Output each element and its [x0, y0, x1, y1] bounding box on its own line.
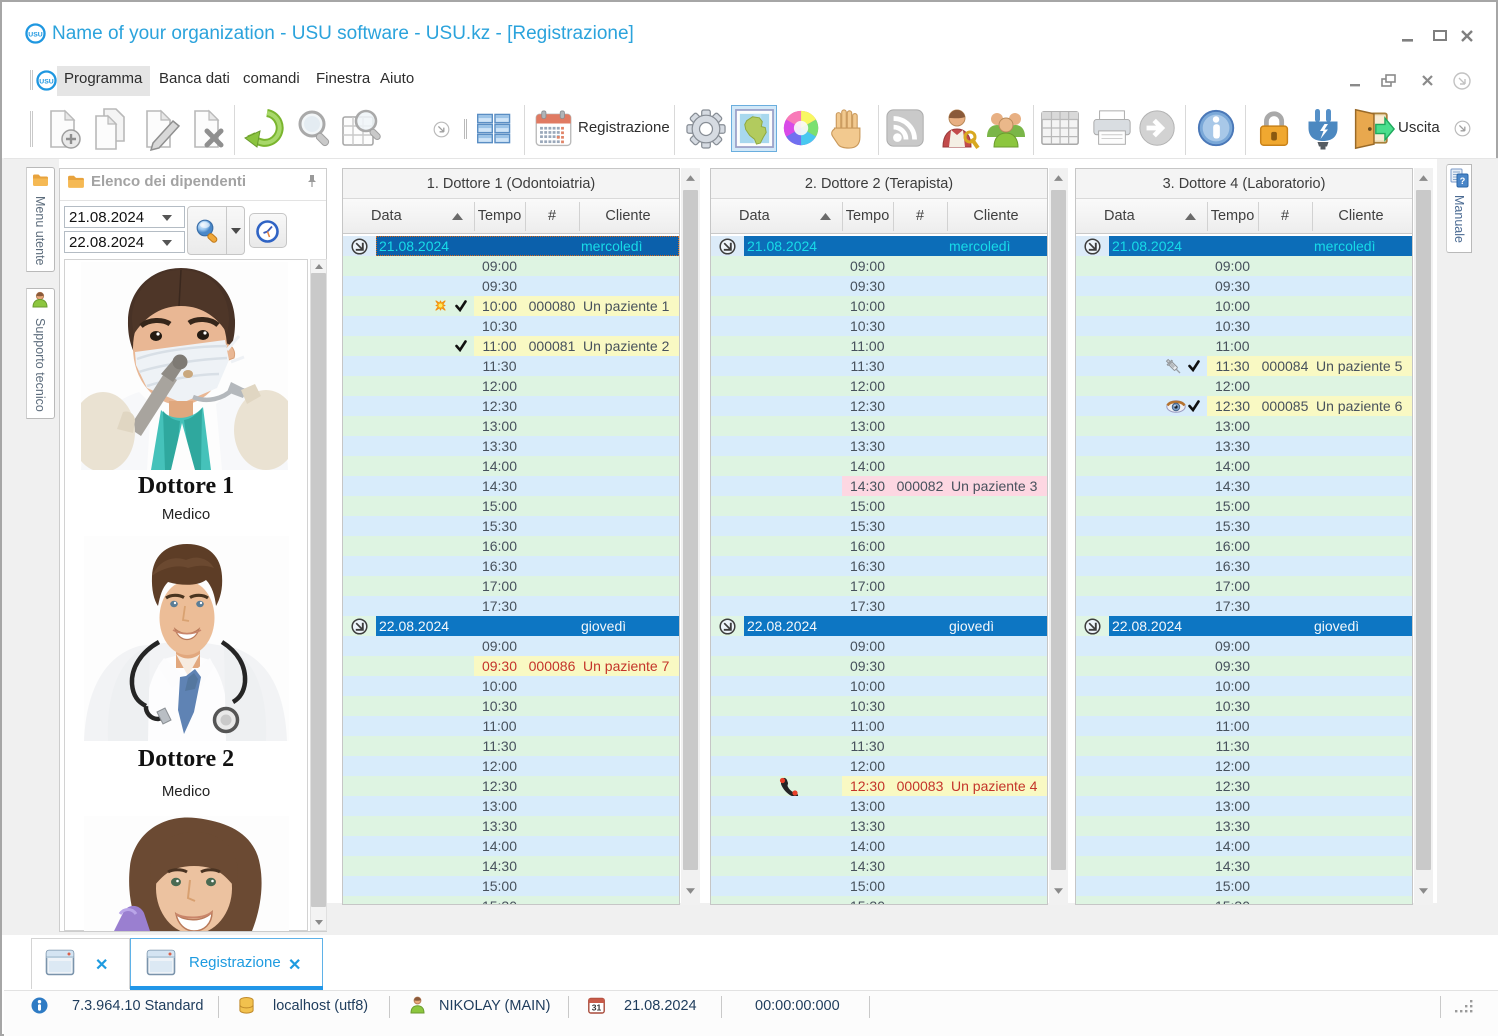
svg-text:31: 31 [592, 1003, 602, 1013]
svg-text:USU: USU [28, 32, 42, 39]
svg-text:?: ? [1460, 176, 1466, 186]
svg-text:USU: USU [39, 79, 53, 86]
